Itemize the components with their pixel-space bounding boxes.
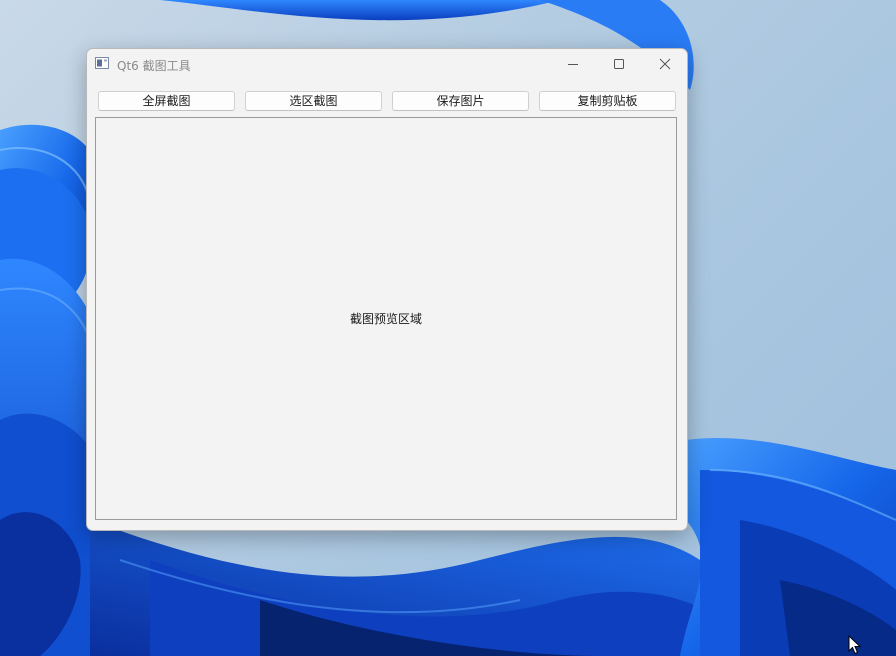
close-button[interactable] bbox=[642, 49, 687, 79]
maximize-icon bbox=[614, 59, 624, 69]
window-title: Qt6 截图工具 bbox=[117, 59, 191, 73]
title-bar[interactable]: Qt6 截图工具 bbox=[87, 49, 687, 81]
region-capture-button[interactable]: 选区截图 bbox=[245, 91, 382, 111]
maximize-button[interactable] bbox=[596, 49, 642, 79]
mouse-cursor-icon bbox=[848, 635, 862, 655]
minimize-icon bbox=[568, 64, 578, 65]
screenshot-preview-area: 截图预览区域 bbox=[95, 117, 677, 520]
desktop: Qt6 截图工具 全屏截图 选区截图 保存图片 复制剪贴板 截图预览区域 bbox=[0, 0, 896, 656]
window-app-icon bbox=[95, 57, 109, 69]
save-image-button[interactable]: 保存图片 bbox=[392, 91, 529, 111]
app-window: Qt6 截图工具 全屏截图 选区截图 保存图片 复制剪贴板 截图预览区域 bbox=[86, 48, 688, 531]
copy-clipboard-button[interactable]: 复制剪贴板 bbox=[539, 91, 676, 111]
minimize-button[interactable] bbox=[550, 49, 596, 79]
close-icon bbox=[659, 58, 671, 70]
preview-placeholder-label: 截图预览区域 bbox=[349, 312, 422, 326]
fullscreen-capture-button[interactable]: 全屏截图 bbox=[98, 91, 235, 111]
